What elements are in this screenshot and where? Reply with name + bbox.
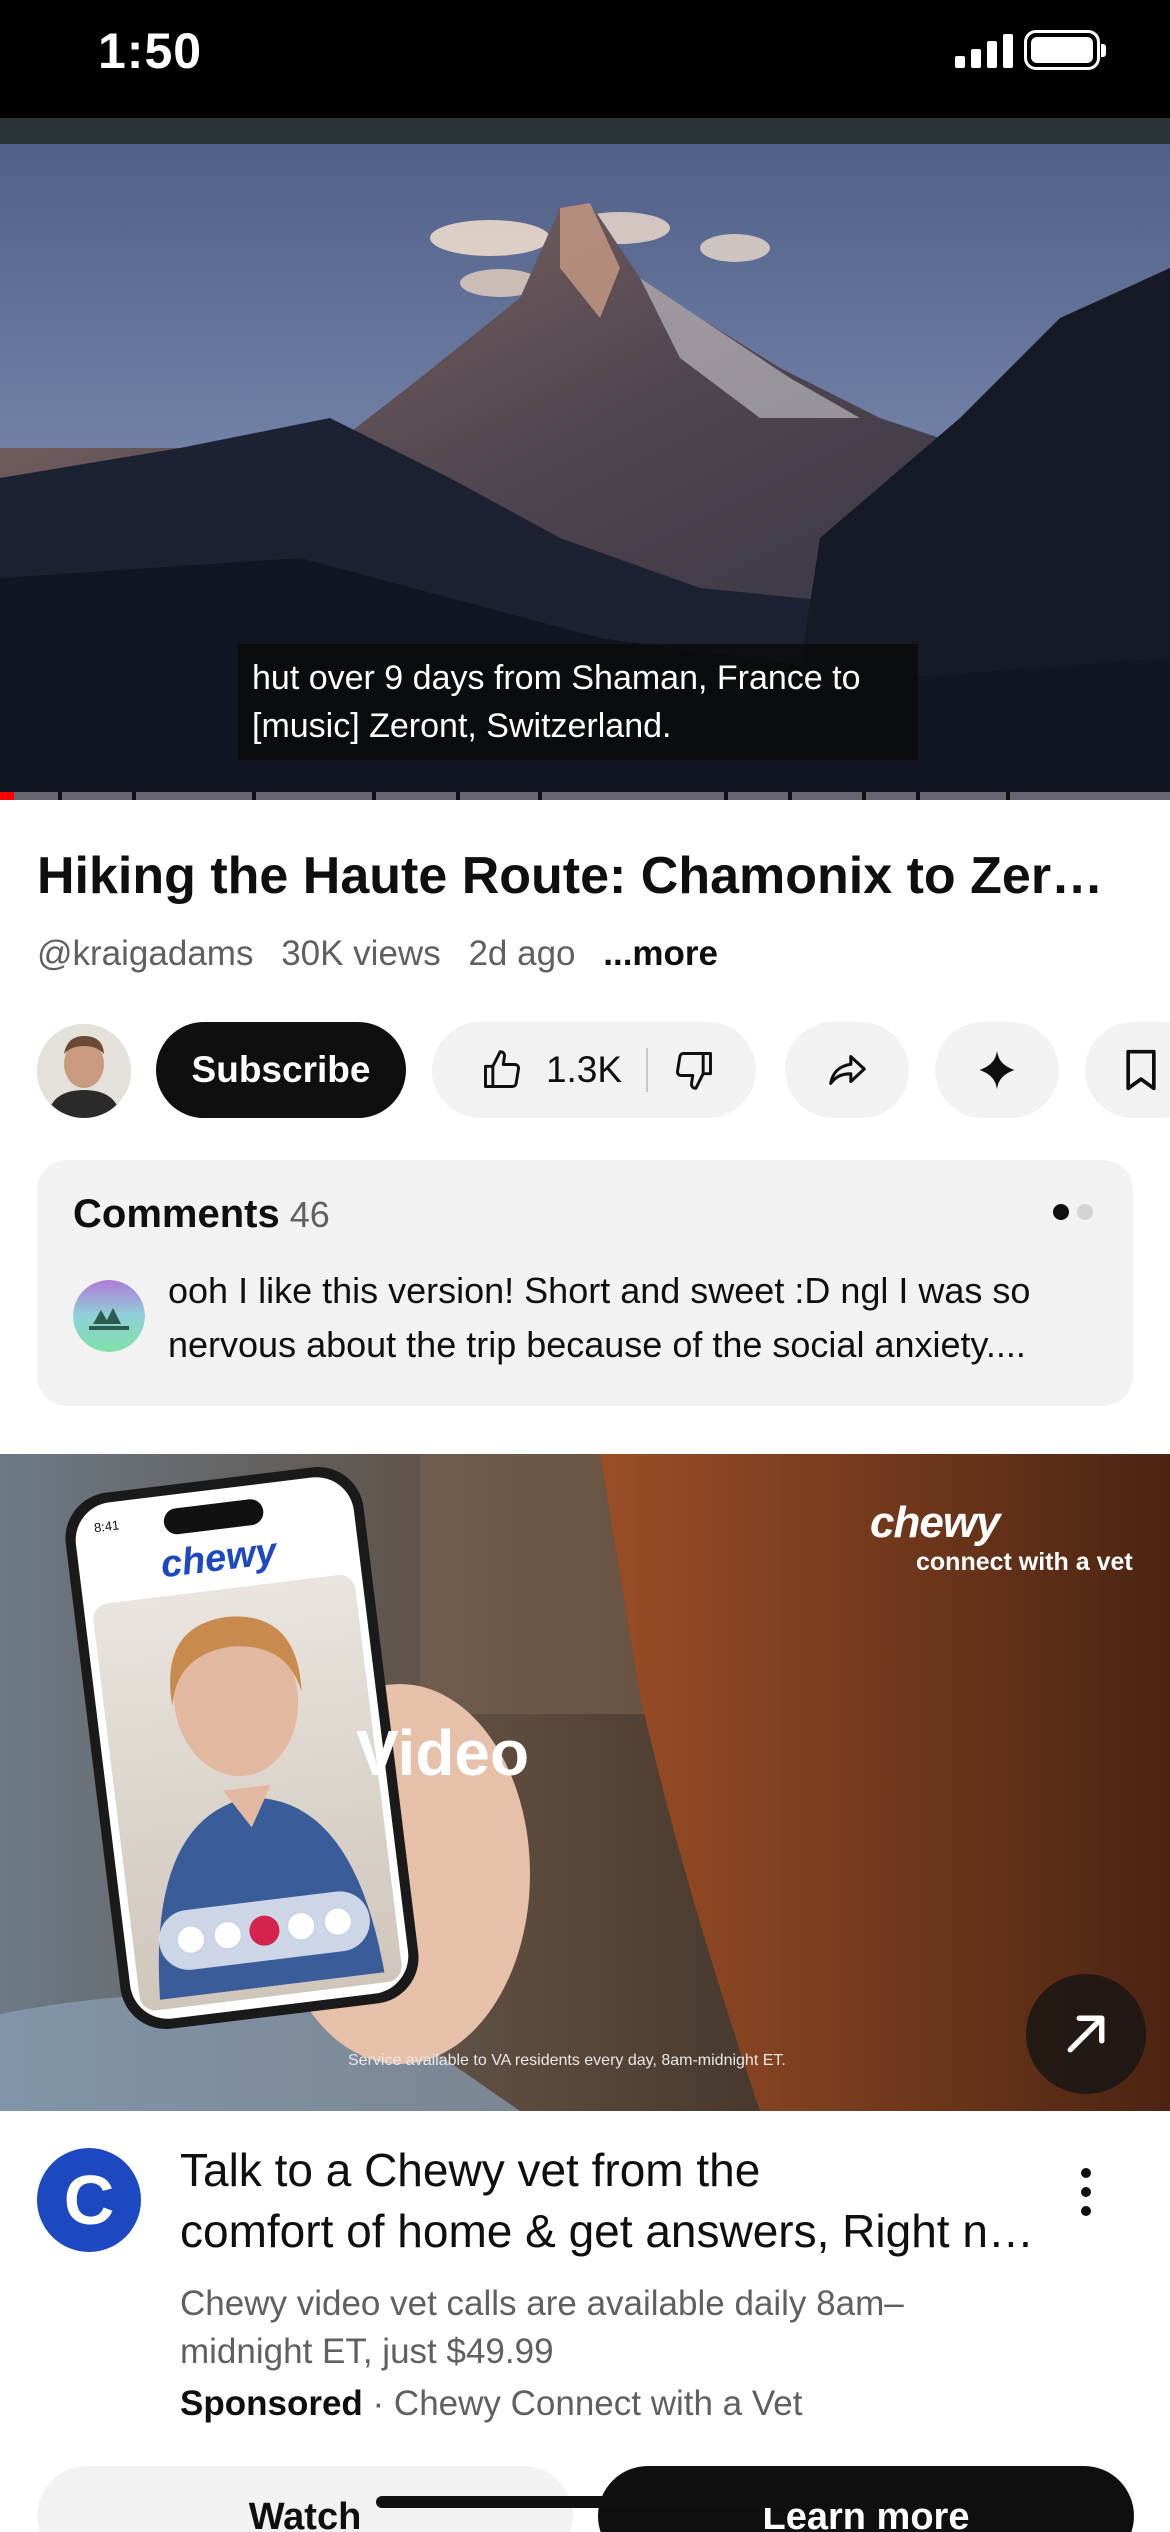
upload-age: 2d ago	[468, 934, 576, 973]
chapter-marker	[1006, 792, 1010, 800]
phone-video-call	[91, 1573, 404, 2013]
like-dislike-group: 1.3K	[432, 1022, 756, 1118]
comments-panel[interactable]: Comments 46 ooh I like this version! Sho…	[37, 1160, 1133, 1406]
channel-handle[interactable]: @kraigadams	[37, 934, 253, 973]
action-row: Subscribe 1.3K	[37, 1022, 1170, 1118]
chapter-marker	[252, 792, 256, 800]
sponsored-label: Sponsored	[180, 2384, 363, 2423]
progress-played	[0, 792, 15, 800]
save-button[interactable]	[1085, 1022, 1170, 1118]
ad-overlay-text: Video	[356, 1717, 530, 1789]
video-player[interactable]: hut over 9 days from Shaman, France to […	[0, 118, 1170, 800]
call-control	[174, 1922, 209, 1957]
carousel-dots	[1045, 1204, 1093, 1225]
battery-icon	[1024, 30, 1106, 70]
carousel-dot	[1077, 1204, 1093, 1220]
caption-line-2: [music] Zeront, Switzerland.	[252, 707, 672, 745]
call-control	[284, 1909, 318, 1943]
ad-fine-print: Service available to VA residents every …	[348, 2052, 786, 2069]
advertiser-name: Chewy Connect with a Vet	[393, 2384, 803, 2423]
comments-title: Comments	[73, 1192, 280, 1236]
ask-ai-button[interactable]	[935, 1022, 1059, 1118]
status-bar: 1:50	[0, 0, 1170, 118]
sponsor-line: Sponsored · Chewy Connect with a Vet	[180, 2384, 802, 2424]
commenter-avatar	[73, 1280, 145, 1352]
ad-description-line-2: midnight ET, just $49.99	[180, 2332, 554, 2371]
ad-title-line-2: comfort of home & get answers, Right now	[180, 2205, 1040, 2257]
save-icon	[1126, 1049, 1156, 1091]
ai-sparkle-icon	[979, 1050, 1015, 1090]
watch-sheet: Hiking the Haute Route: Chamonix to Zerm…	[0, 800, 1170, 2532]
like-count: 1.3K	[545, 1049, 623, 1090]
chapter-marker	[372, 792, 376, 800]
phone-time: 8:41	[93, 1517, 121, 1536]
dislike-button[interactable]	[648, 1022, 746, 1118]
more-link[interactable]: ...more	[603, 934, 718, 973]
chapter-marker	[538, 792, 542, 800]
chewy-tagline: connect with a vet	[916, 1548, 1133, 1576]
view-count: 30K views	[281, 934, 441, 973]
call-control	[211, 1918, 245, 1952]
ad-description-line-1: Chewy video vet calls are available dail…	[180, 2284, 904, 2323]
channel-avatar[interactable]	[37, 1024, 131, 1118]
chapter-marker	[862, 792, 866, 800]
like-icon	[483, 1050, 520, 1088]
closed-caption: hut over 9 days from Shaman, France to […	[238, 644, 918, 760]
comment-line-2: nervous about the trip because of the so…	[168, 1324, 1026, 1365]
comment-preview: ooh I like this version! Short and sweet…	[168, 1264, 1098, 1372]
dislike-icon	[676, 1052, 713, 1090]
video-title[interactable]: Hiking the Haute Route: Chamonix to Zerm…	[37, 846, 1137, 906]
chapter-marker	[788, 792, 792, 800]
ad-description: Chewy video vet calls are available dail…	[180, 2280, 1040, 2376]
video-meta[interactable]: @kraigadams 30K views 2d ago ...more	[37, 934, 736, 974]
comments-count: 46	[289, 1194, 330, 1235]
like-button[interactable]: 1.3K	[442, 1022, 646, 1118]
signal-icon	[955, 34, 1013, 68]
call-end-control	[247, 1913, 282, 1948]
ad-title-line-1: Talk to a Chewy vet from the	[180, 2144, 761, 2196]
chapter-marker	[132, 792, 136, 800]
advertiser-logo[interactable]: C	[37, 2148, 141, 2252]
sponsor-separator: ·	[372, 2384, 385, 2423]
open-external-icon	[1067, 2015, 1105, 2053]
home-indicator	[376, 2496, 794, 2508]
chapter-marker	[456, 792, 460, 800]
caption-line-1: hut over 9 days from Shaman, France to	[252, 659, 861, 697]
share-icon	[829, 1055, 866, 1085]
ad-title[interactable]: Talk to a Chewy vet from the comfort of …	[180, 2140, 1040, 2262]
chapter-marker	[916, 792, 920, 800]
ad-creative[interactable]: 8:41 chewy chewy connect with a vet Vide…	[0, 1454, 1170, 2111]
chapter-marker	[724, 792, 728, 800]
comment-line-1: ooh I like this version! Short and sweet…	[168, 1270, 1031, 1311]
status-time: 1:50	[98, 23, 203, 79]
more-vert-icon[interactable]	[1064, 2152, 1108, 2232]
chewy-logo: chewy	[870, 1498, 1001, 1547]
progress-bar[interactable]	[0, 792, 1170, 800]
ad-open-button[interactable]	[1026, 1974, 1146, 2094]
share-button[interactable]	[785, 1022, 909, 1118]
subscribe-button[interactable]: Subscribe	[156, 1022, 406, 1118]
chapter-marker	[58, 792, 62, 800]
carousel-dot-active	[1053, 1204, 1069, 1220]
call-control	[320, 1904, 355, 1939]
phone-notch	[162, 1497, 265, 1536]
comments-heading: Comments 46	[73, 1192, 330, 1237]
